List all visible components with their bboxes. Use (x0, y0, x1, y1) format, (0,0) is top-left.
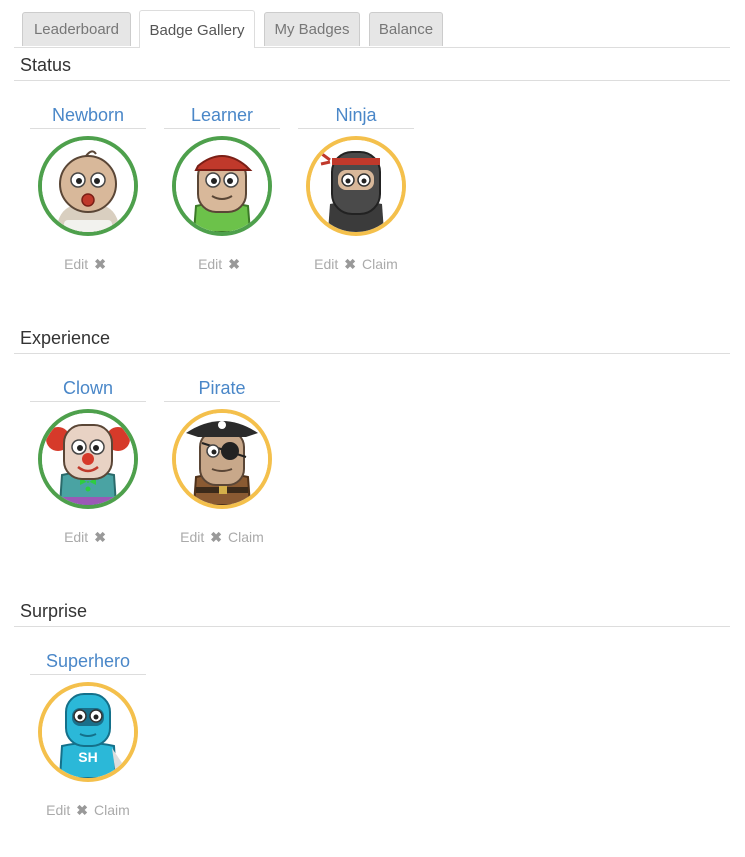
tab-bar: Leaderboard Badge Gallery My Badges Bala… (14, 10, 730, 48)
badge-actions: Edit ✖ Claim (30, 801, 146, 819)
section-divider (14, 353, 730, 354)
badge-name-link[interactable]: Clown (30, 375, 146, 402)
section-title-status: Status (20, 55, 72, 75)
section-title-experience: Experience (20, 328, 111, 348)
badge-name-link[interactable]: Ninja (298, 102, 414, 129)
delete-icon[interactable]: ✖ (76, 801, 88, 819)
edit-link[interactable]: Edit (180, 529, 204, 545)
claim-link[interactable]: Claim (94, 802, 130, 818)
badge-actions: Edit ✖ (30, 528, 146, 546)
clown-avatar-icon (38, 409, 138, 509)
tab-leaderboard[interactable]: Leaderboard (22, 12, 131, 46)
edit-link[interactable]: Edit (314, 256, 338, 272)
badge-card-clown: Clown Edit ✖ (30, 375, 146, 545)
edit-link[interactable]: Edit (198, 256, 222, 272)
delete-icon[interactable]: ✖ (94, 528, 106, 546)
badge-card-learner: Learner Edit ✖ (164, 102, 280, 272)
edit-link[interactable]: Edit (46, 802, 70, 818)
claim-link[interactable]: Claim (228, 529, 264, 545)
ninja-avatar-icon (306, 136, 406, 236)
section-divider (14, 80, 730, 81)
pirate-avatar-icon (172, 409, 272, 509)
edit-link[interactable]: Edit (64, 256, 88, 272)
delete-icon[interactable]: ✖ (210, 528, 222, 546)
badge-actions: Edit ✖ (164, 255, 280, 273)
badge-name-link[interactable]: Learner (164, 102, 280, 129)
badge-card-newborn: Newborn Edit ✖ (30, 102, 146, 272)
badge-card-pirate: Pirate Edit ✖ Claim (164, 375, 280, 545)
tab-my-badges[interactable]: My Badges (264, 12, 360, 46)
section-title-surprise: Surprise (20, 601, 88, 621)
badge-actions: Edit ✖ Claim (164, 528, 280, 546)
learner-avatar-icon (172, 136, 272, 236)
delete-icon[interactable]: ✖ (344, 255, 356, 273)
badge-actions: Edit ✖ (30, 255, 146, 273)
edit-link[interactable]: Edit (64, 529, 88, 545)
badge-name-link[interactable]: Superhero (30, 648, 146, 675)
tab-balance[interactable]: Balance (369, 12, 443, 46)
superhero-shirt-text: SH (78, 749, 97, 765)
newborn-avatar-icon (38, 136, 138, 236)
badge-name-link[interactable]: Newborn (30, 102, 146, 129)
section-divider (14, 626, 730, 627)
badge-card-superhero: Superhero SH Edit ✖ Claim (30, 648, 146, 818)
delete-icon[interactable]: ✖ (228, 255, 240, 273)
badge-actions: Edit ✖ Claim (298, 255, 414, 273)
badge-name-link[interactable]: Pirate (164, 375, 280, 402)
claim-link[interactable]: Claim (362, 256, 398, 272)
superhero-avatar-icon: SH (38, 682, 138, 782)
delete-icon[interactable]: ✖ (94, 255, 106, 273)
tab-badge-gallery[interactable]: Badge Gallery (139, 10, 255, 48)
badge-card-ninja: Ninja Edit ✖ Claim (298, 102, 414, 272)
